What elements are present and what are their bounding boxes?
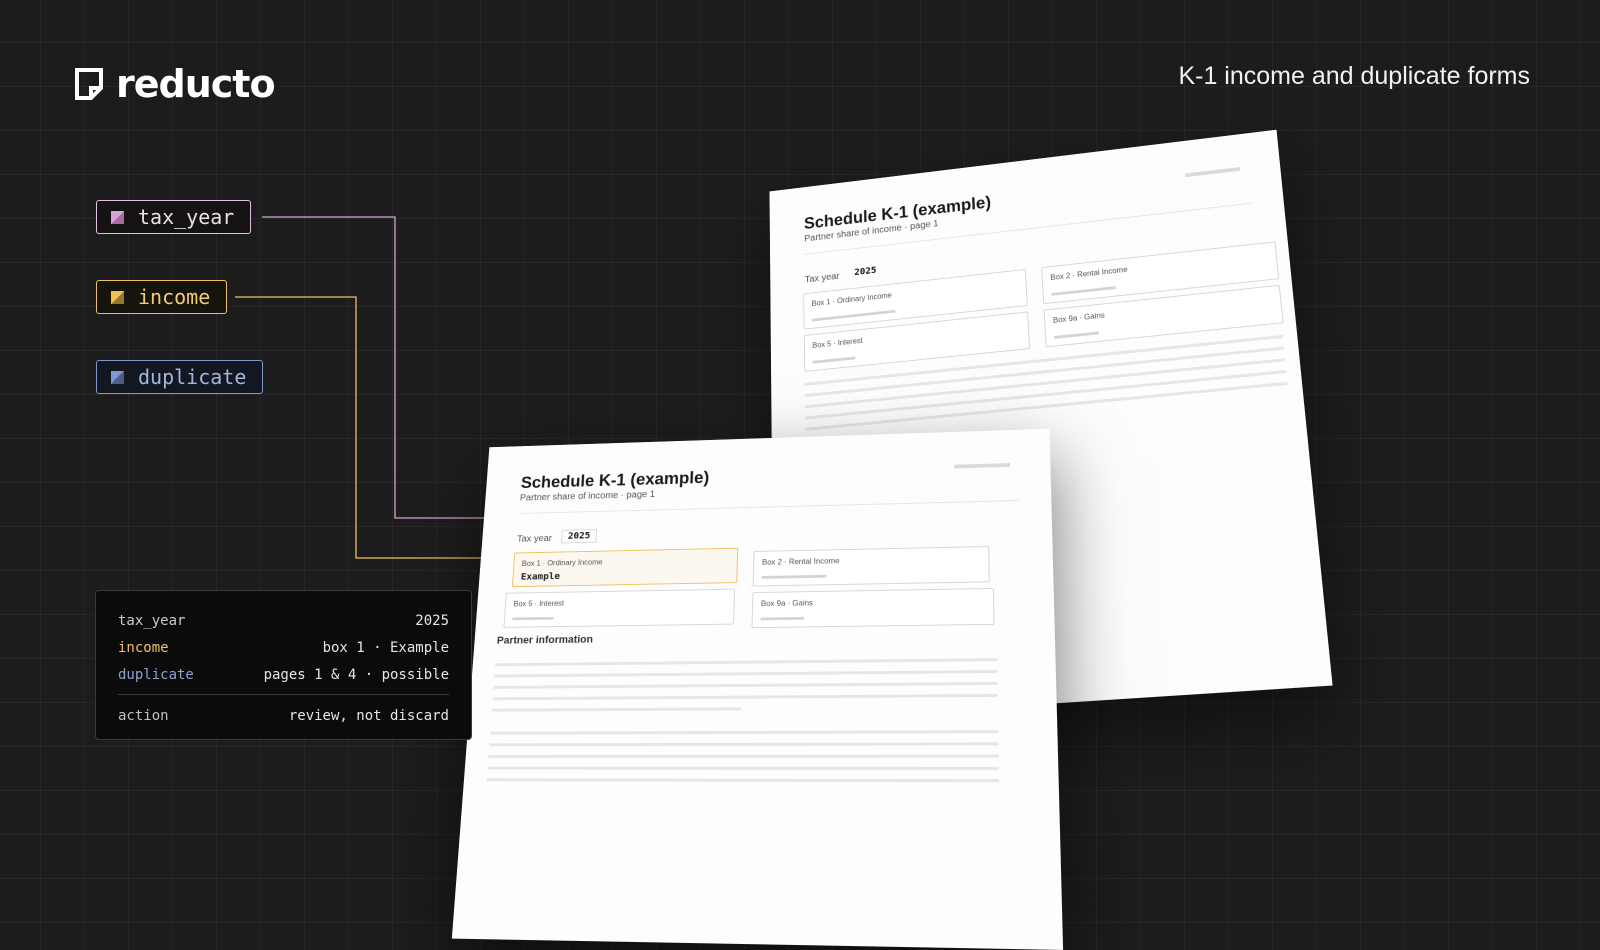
tax-year-label: Tax year bbox=[517, 534, 552, 545]
box-9a-label: Box 9a · Gains bbox=[1053, 311, 1105, 325]
box-9a-placeholder bbox=[761, 617, 804, 620]
box-2: Box 2 · Rental Income bbox=[753, 546, 990, 587]
partner-information-heading: Partner information bbox=[496, 634, 593, 646]
income-connector bbox=[235, 297, 506, 558]
box-2-label: Box 2 · Rental Income bbox=[762, 557, 840, 567]
summary-value: pages 1 & 4 · possible bbox=[264, 667, 449, 683]
chip-tax-year[interactable]: tax_year bbox=[96, 200, 251, 234]
tax-year-swatch-icon bbox=[111, 211, 124, 224]
chip-income-label: income bbox=[138, 285, 210, 309]
box-5-placeholder bbox=[512, 617, 553, 620]
chip-duplicate-label: duplicate bbox=[138, 365, 246, 389]
box-1-label: Box 1 · Ordinary Income bbox=[521, 558, 602, 568]
doc-divider bbox=[519, 500, 1019, 514]
box-9a-label: Box 9a · Gains bbox=[761, 599, 813, 608]
text-line bbox=[492, 707, 742, 711]
text-line bbox=[489, 742, 998, 746]
text-line bbox=[488, 767, 999, 770]
summary-row-income: income box 1 · Example bbox=[118, 634, 449, 661]
summary-value: review, not discard bbox=[289, 708, 449, 724]
doc-header-tag bbox=[1185, 167, 1240, 177]
box-2-label: Box 2 · Rental Income bbox=[1050, 265, 1128, 282]
text-line bbox=[487, 778, 999, 782]
summary-divider bbox=[118, 694, 449, 695]
box-1-value: Example bbox=[520, 572, 560, 583]
chip-income[interactable]: income bbox=[96, 280, 227, 314]
doc-title: Schedule K-1 (example) bbox=[520, 468, 709, 492]
summary-value: box 1 · Example bbox=[323, 640, 449, 656]
text-line bbox=[490, 730, 998, 734]
duplicate-swatch-icon bbox=[111, 371, 124, 384]
box-5: Box 5 · Interest bbox=[503, 589, 735, 628]
box-5-placeholder bbox=[813, 357, 856, 364]
summary-key: tax_year bbox=[118, 613, 185, 629]
document-page-front: Schedule K-1 (example) Partner share of … bbox=[452, 429, 1063, 950]
text-line bbox=[805, 358, 1285, 408]
box-5-label: Box 5 · Interest bbox=[513, 599, 564, 608]
tax-year-value: 2025 bbox=[854, 265, 876, 277]
box-1-highlighted: Box 1 · Ordinary Income Example bbox=[512, 548, 738, 587]
chip-duplicate[interactable]: duplicate bbox=[96, 360, 263, 394]
box-2-placeholder bbox=[1051, 286, 1115, 296]
text-line bbox=[493, 682, 997, 689]
box-9a: Box 9a · Gains bbox=[751, 588, 994, 628]
tax-year-value: 2025 bbox=[561, 529, 597, 543]
summary-key: duplicate bbox=[118, 667, 194, 683]
text-line bbox=[493, 694, 998, 700]
box-1-label: Box 1 · Ordinary Income bbox=[812, 291, 892, 308]
summary-row-duplicate: duplicate pages 1 & 4 · possible bbox=[118, 661, 449, 688]
income-swatch-icon bbox=[111, 291, 124, 304]
text-line bbox=[488, 755, 998, 758]
box-5-label: Box 5 · Interest bbox=[812, 336, 863, 350]
box-1-placeholder bbox=[812, 310, 896, 322]
box-2-placeholder bbox=[762, 575, 827, 579]
summary-value: 2025 bbox=[415, 613, 449, 629]
text-line bbox=[494, 670, 997, 677]
chip-tax-year-label: tax_year bbox=[138, 205, 234, 229]
summary-key: action bbox=[118, 708, 169, 724]
doc-header-tag bbox=[954, 463, 1010, 468]
tax-year-label: Tax year bbox=[805, 271, 840, 285]
text-line bbox=[495, 658, 997, 666]
summary-row-tax-year: tax_year 2025 bbox=[118, 607, 449, 634]
box-9a-placeholder bbox=[1054, 331, 1099, 338]
summary-row-action: action review, not discard bbox=[118, 702, 449, 729]
summary-panel: tax_year 2025 income box 1 · Example dup… bbox=[95, 590, 472, 740]
summary-key: income bbox=[118, 640, 169, 656]
